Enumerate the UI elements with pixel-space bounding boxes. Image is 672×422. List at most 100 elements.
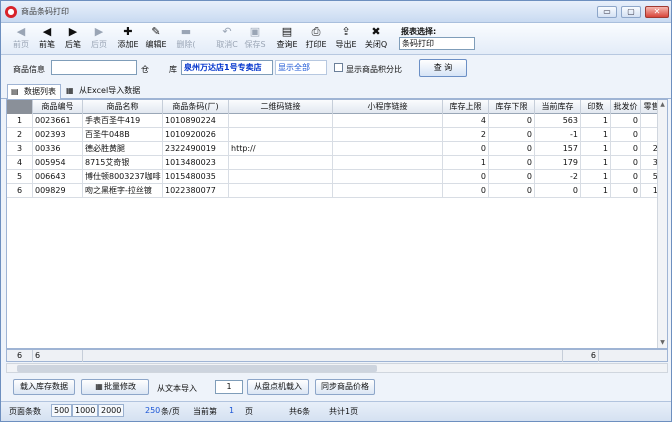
table-row[interactable]: 6009829吻之黑框字-拉丝镀102238007700010139 [7,184,667,198]
show-all-input[interactable]: 显示全部 [275,60,327,75]
next-record-button[interactable]: ▶ 后笔 [59,25,87,53]
export-button[interactable]: ⇪ 导出E [332,25,360,53]
vertical-scrollbar[interactable]: ▲ ▼ [657,100,667,348]
tab-data-list[interactable]: ▤ 数据列表 [7,84,61,99]
table-cell[interactable]: -2 [535,170,581,184]
sync-price-button[interactable]: 同步商品价格 [315,379,375,395]
table-cell[interactable]: 009829 [33,184,83,198]
table-row[interactable]: 40059548715艾奇银10134800231017910348 [7,156,667,170]
column-header[interactable]: 库存下限 [489,100,535,114]
table-cell[interactable] [333,128,443,142]
table-cell[interactable]: 1 [443,156,489,170]
table-cell[interactable]: 0023661 [33,114,83,128]
column-header[interactable]: 当前库存 [535,100,581,114]
import-count-input[interactable]: 1 [215,380,243,394]
table-cell[interactable]: 4 [443,114,489,128]
table-cell[interactable]: 0 [489,184,535,198]
table-cell[interactable]: 1013480023 [163,156,229,170]
column-header[interactable]: 小程序链接 [333,100,443,114]
load-from-device-button[interactable]: 从盘点机载入 [247,379,309,395]
table-cell[interactable]: 8715艾奇银 [83,156,163,170]
table-cell[interactable]: 0 [611,114,641,128]
horizontal-scrollbar[interactable] [6,363,668,373]
table-cell[interactable] [229,170,333,184]
table-cell[interactable]: 0 [443,170,489,184]
table-cell[interactable] [229,184,333,198]
page-size-500-button[interactable]: 500 [51,404,73,417]
close-window-button[interactable]: ✕ [645,6,669,18]
product-info-input[interactable] [51,60,137,75]
scroll-up-icon[interactable]: ▲ [658,100,667,110]
table-cell[interactable]: 0 [611,156,641,170]
horizontal-scroll-thumb[interactable] [17,365,377,372]
table-cell[interactable]: 1 [581,114,611,128]
table-cell[interactable]: 0 [611,128,641,142]
table-cell[interactable] [229,128,333,142]
scroll-down-icon[interactable]: ▼ [658,338,667,348]
table-cell[interactable] [333,170,443,184]
save-button[interactable]: ▣ 保存S [241,25,269,53]
table-row[interactable]: 300336德必胜黄腿2322490019http://0015710249 [7,142,667,156]
table-cell[interactable] [229,156,333,170]
page-size-2000-button[interactable]: 2000 [98,404,125,417]
table-cell[interactable]: 563 [535,114,581,128]
minimize-button[interactable]: ▭ [597,6,617,18]
table-cell[interactable] [333,114,443,128]
table-cell[interactable]: 0 [611,184,641,198]
query-button[interactable]: ▤ 查询E [273,25,301,53]
load-stock-button[interactable]: 载入库存数据 [13,379,75,395]
table-cell[interactable]: 博仕顿8003237咖啡 [83,170,163,184]
table-row[interactable]: 2002393百圣牛048B101092002620-11092 [7,128,667,142]
table-cell[interactable]: 0 [489,170,535,184]
table-cell[interactable]: 1 [581,128,611,142]
table-cell[interactable]: 005954 [33,156,83,170]
column-header[interactable]: 商品条码(厂) [163,100,229,114]
edit-button[interactable]: ✎ 编辑E [142,25,170,53]
column-header[interactable]: 库存上限 [443,100,489,114]
table-cell[interactable]: 手表百圣牛419 [83,114,163,128]
column-header[interactable]: 批发价 [611,100,641,114]
current-page-value[interactable]: 1 [229,406,234,415]
next-page-button[interactable]: ▶ 后页 [85,25,113,53]
table-cell[interactable] [333,184,443,198]
table-cell[interactable]: 157 [535,142,581,156]
cancel-button[interactable]: ↶ 取消C [213,25,241,53]
restore-button[interactable]: ▢ [621,6,641,18]
row-indicator-header[interactable] [7,100,33,114]
column-header[interactable]: 商品名称 [83,100,163,114]
data-grid[interactable]: 商品编号 商品名称 商品条码(厂) 二维码链接 小程序链接 库存上限 库存下限 当前库存 印数批… [6,99,668,349]
report-select-input[interactable]: 条码打印 [399,37,475,50]
table-row[interactable]: 10023661手表百圣牛4191010890224405631089 [7,114,667,128]
table-cell[interactable] [333,156,443,170]
table-cell[interactable] [333,142,443,156]
table-cell[interactable]: 2 [443,128,489,142]
column-header[interactable]: 商品编号 [33,100,83,114]
table-cell[interactable]: -1 [535,128,581,142]
column-header[interactable]: 印数 [581,100,611,114]
tab-excel-import[interactable]: ▦ 从Excel导入数据 [63,84,144,99]
table-cell[interactable]: 006643 [33,170,83,184]
table-cell[interactable]: 0 [489,114,535,128]
store-input[interactable]: 泉州万达店1号专卖店 [181,60,273,75]
table-cell[interactable]: 1015480035 [163,170,229,184]
add-button[interactable]: ✚ 添加E [114,25,142,53]
table-cell[interactable]: 吻之黑框字-拉丝镀 [83,184,163,198]
table-cell[interactable]: 1 [581,170,611,184]
table-cell[interactable]: 0 [611,142,641,156]
table-cell[interactable]: 1 [581,156,611,170]
table-cell[interactable]: http:// [229,142,333,156]
close-button[interactable]: ✖ 关闭Q [362,25,390,53]
table-cell[interactable]: 0 [489,156,535,170]
table-cell[interactable]: 179 [535,156,581,170]
query-button[interactable]: 查 询 [419,59,467,77]
table-cell[interactable]: 0 [443,142,489,156]
table-cell[interactable]: 1 [581,142,611,156]
batch-edit-button[interactable]: ▦批量修改 [81,379,149,395]
print-button[interactable]: ⎙ 打印E [302,25,330,53]
table-cell[interactable]: 00336 [33,142,83,156]
table-cell[interactable] [229,114,333,128]
table-cell[interactable]: 2322490019 [163,142,229,156]
table-cell[interactable]: 1010890224 [163,114,229,128]
table-cell[interactable]: 0 [489,142,535,156]
table-cell[interactable]: 0 [611,170,641,184]
